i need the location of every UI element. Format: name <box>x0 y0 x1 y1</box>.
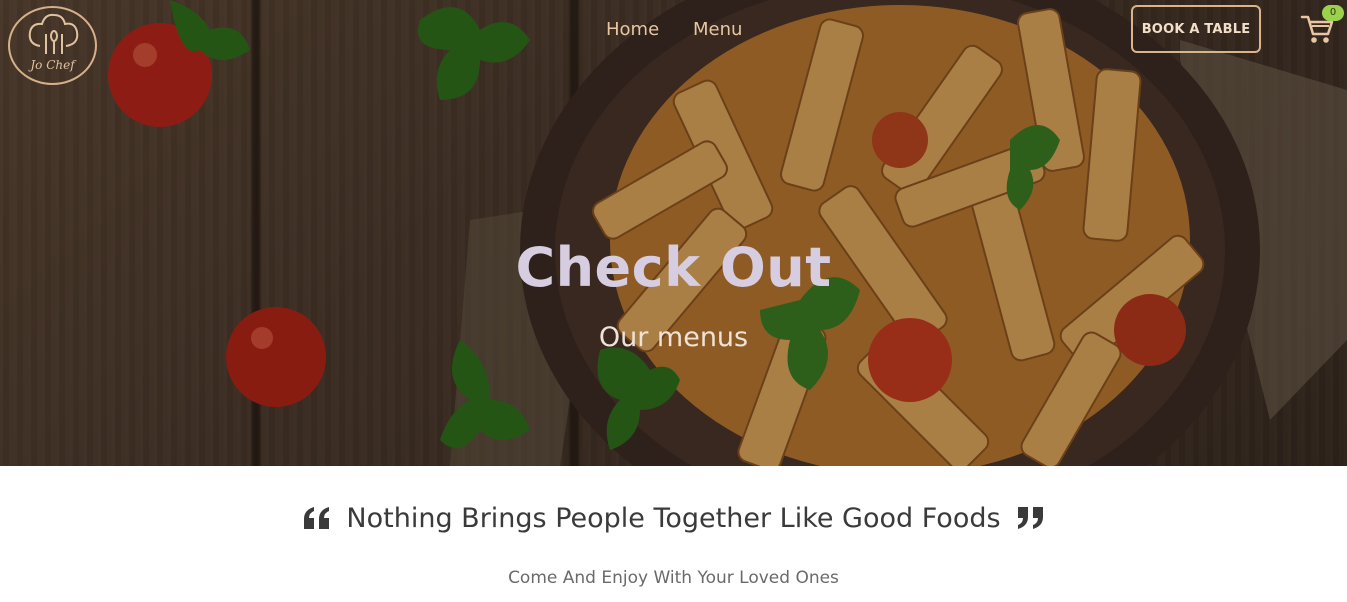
nav-home-link[interactable]: Home <box>606 19 659 40</box>
tagline: Come And Enjoy With Your Loved Ones <box>508 568 839 588</box>
quote-block: Nothing Brings People Together Like Good… <box>0 498 1347 538</box>
cart-count-badge: 0 <box>1322 5 1344 21</box>
nav-menu-link[interactable]: Menu <box>693 19 742 40</box>
hero-subtitle: Our menus <box>598 322 749 353</box>
close-quote-icon <box>1017 507 1043 529</box>
jo-chef-logo[interactable]: Jo Chef <box>8 6 97 85</box>
logo-text: Jo Chef <box>30 58 75 72</box>
book-a-table-button[interactable]: BOOK A TABLE <box>1131 5 1261 53</box>
hero-banner: Jo Chef Home Menu BOOK A TABLE 0 Check O… <box>0 0 1347 466</box>
quote-text: Nothing Brings People Together Like Good… <box>346 502 1001 534</box>
hero-overlay <box>0 0 1347 466</box>
open-quote-icon <box>304 507 330 529</box>
hero-title: Check Out <box>515 236 832 299</box>
